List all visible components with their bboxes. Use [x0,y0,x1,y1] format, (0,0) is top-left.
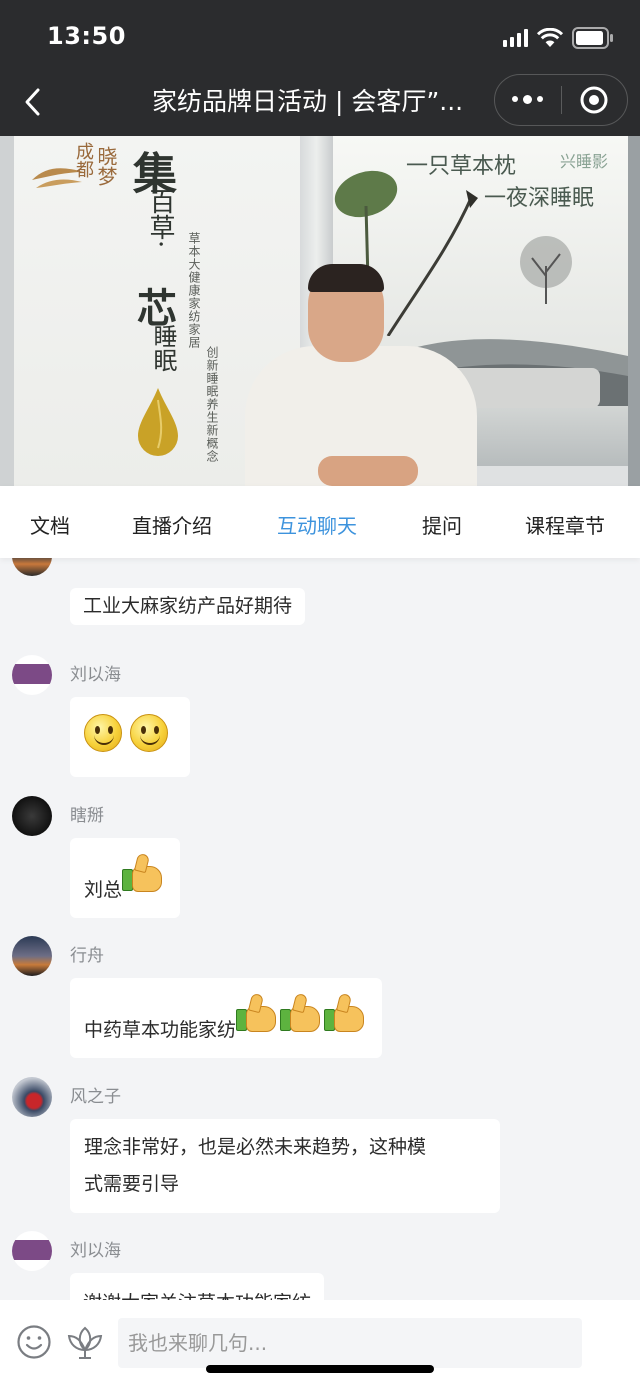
video-frame-right [628,136,640,486]
dot [523,94,533,104]
dot [537,96,544,103]
gift-flower-button[interactable] [66,1324,104,1360]
presenter-hair [308,264,384,292]
message-text-line-2: 式需要引导 [84,1173,180,1195]
thumbs-up-emoji-icon [324,992,368,1034]
tree-icon [520,236,572,304]
message-bubble [70,697,190,777]
chat-text-input[interactable] [118,1318,582,1368]
message-bubble: 刘总 [70,838,181,918]
tab-documents[interactable]: 文档 [30,510,70,539]
user-nickname: 刘以海 [70,665,121,685]
close-mini-program-button[interactable] [562,85,628,115]
user-avatar[interactable] [12,655,52,695]
message-text-line-1: 理念非常好，也是必然未来趋势，这种模 [84,1136,427,1158]
target-icon [580,86,608,114]
page-title: 家纺品牌日活动 | 会客厅”... [152,87,464,116]
live-video-player[interactable]: 成都 晓梦 集 百草· 芯 睡眠 草本大健康家纺家居 创新睡眠养生新概念 一只草… [0,136,640,486]
video-slogan-2: 一夜深睡眠 [484,186,595,211]
video-watermark: 兴睡影 [560,152,609,171]
message-bubble: 谢谢大家关注草本功能家纺 [70,1273,325,1300]
status-icons [503,26,614,50]
thumbs-up-emoji-icon [122,852,166,894]
smile-emoji-icon [84,714,122,752]
user-nickname: 风之子 [70,1087,121,1107]
user-avatar[interactable] [12,796,52,836]
poster-headline-4: 睡眠 [149,324,177,372]
chevron-left-icon [25,88,40,116]
tab-interactive-chat[interactable]: 互动聊天 [277,510,357,539]
user-avatar[interactable] [12,1231,52,1271]
message-text: 刘总 [84,879,123,901]
emoji-button[interactable] [16,1324,52,1360]
golden-drop-icon [138,388,178,456]
video-frame-edge [0,136,14,486]
poster-headline-2: 百草· [145,188,175,249]
message-bubble: 理念非常好，也是必然未来趋势，这种模 式需要引导 [70,1119,500,1213]
message-text: 中药草本功能家纺 [84,1019,237,1041]
message-bubble: 中药草本功能家纺 [70,978,383,1058]
tab-live-intro[interactable]: 直播介绍 [132,510,212,539]
mini-program-capsule [494,74,628,126]
user-nickname: 刘以海 [70,1241,121,1261]
more-menu-button[interactable] [495,94,561,104]
video-slogan-1: 一只草本枕 [406,154,517,179]
battery-icon [572,27,614,49]
user-avatar[interactable] [12,558,52,576]
thumbs-up-emoji-icon [236,992,280,1034]
tab-bar: 文档 直播介绍 互动聊天 提问 课程章节 [0,486,640,558]
wifi-icon [537,28,563,48]
thumbs-up-emoji-icon [280,992,324,1034]
home-indicator [206,1365,434,1373]
back-button[interactable] [18,82,48,122]
smile-emoji-icon [130,714,168,752]
user-avatar[interactable] [12,1077,52,1117]
tab-questions[interactable]: 提问 [422,510,462,539]
smile-icon [17,1325,51,1359]
user-avatar[interactable] [12,936,52,976]
chat-message-list[interactable]: 工业大麻家纺产品好期待 刘以海 瞎掰 刘总 行舟 中药草本功能家纺 风之子 理念… [0,558,640,1300]
poster-tagline-2: 创新睡眠养生新概念 [205,346,219,463]
presenter-hands [318,456,418,486]
user-nickname: 瞎掰 [70,806,104,826]
brand-name-b: 晓梦 [94,146,118,186]
dot [512,96,519,103]
cellular-signal-icon [503,29,528,47]
flower-icon [67,1326,103,1359]
status-time: 13:50 [47,22,126,50]
user-nickname: 行舟 [70,946,104,966]
top-bar: 13:50 家纺品牌日活动 | 会客厅”... [0,0,640,136]
tab-course-chapters[interactable]: 课程章节 [525,510,605,539]
message-bubble: 工业大麻家纺产品好期待 [70,588,306,625]
poster-tagline-1: 草本大健康家纺家居 [187,232,201,349]
